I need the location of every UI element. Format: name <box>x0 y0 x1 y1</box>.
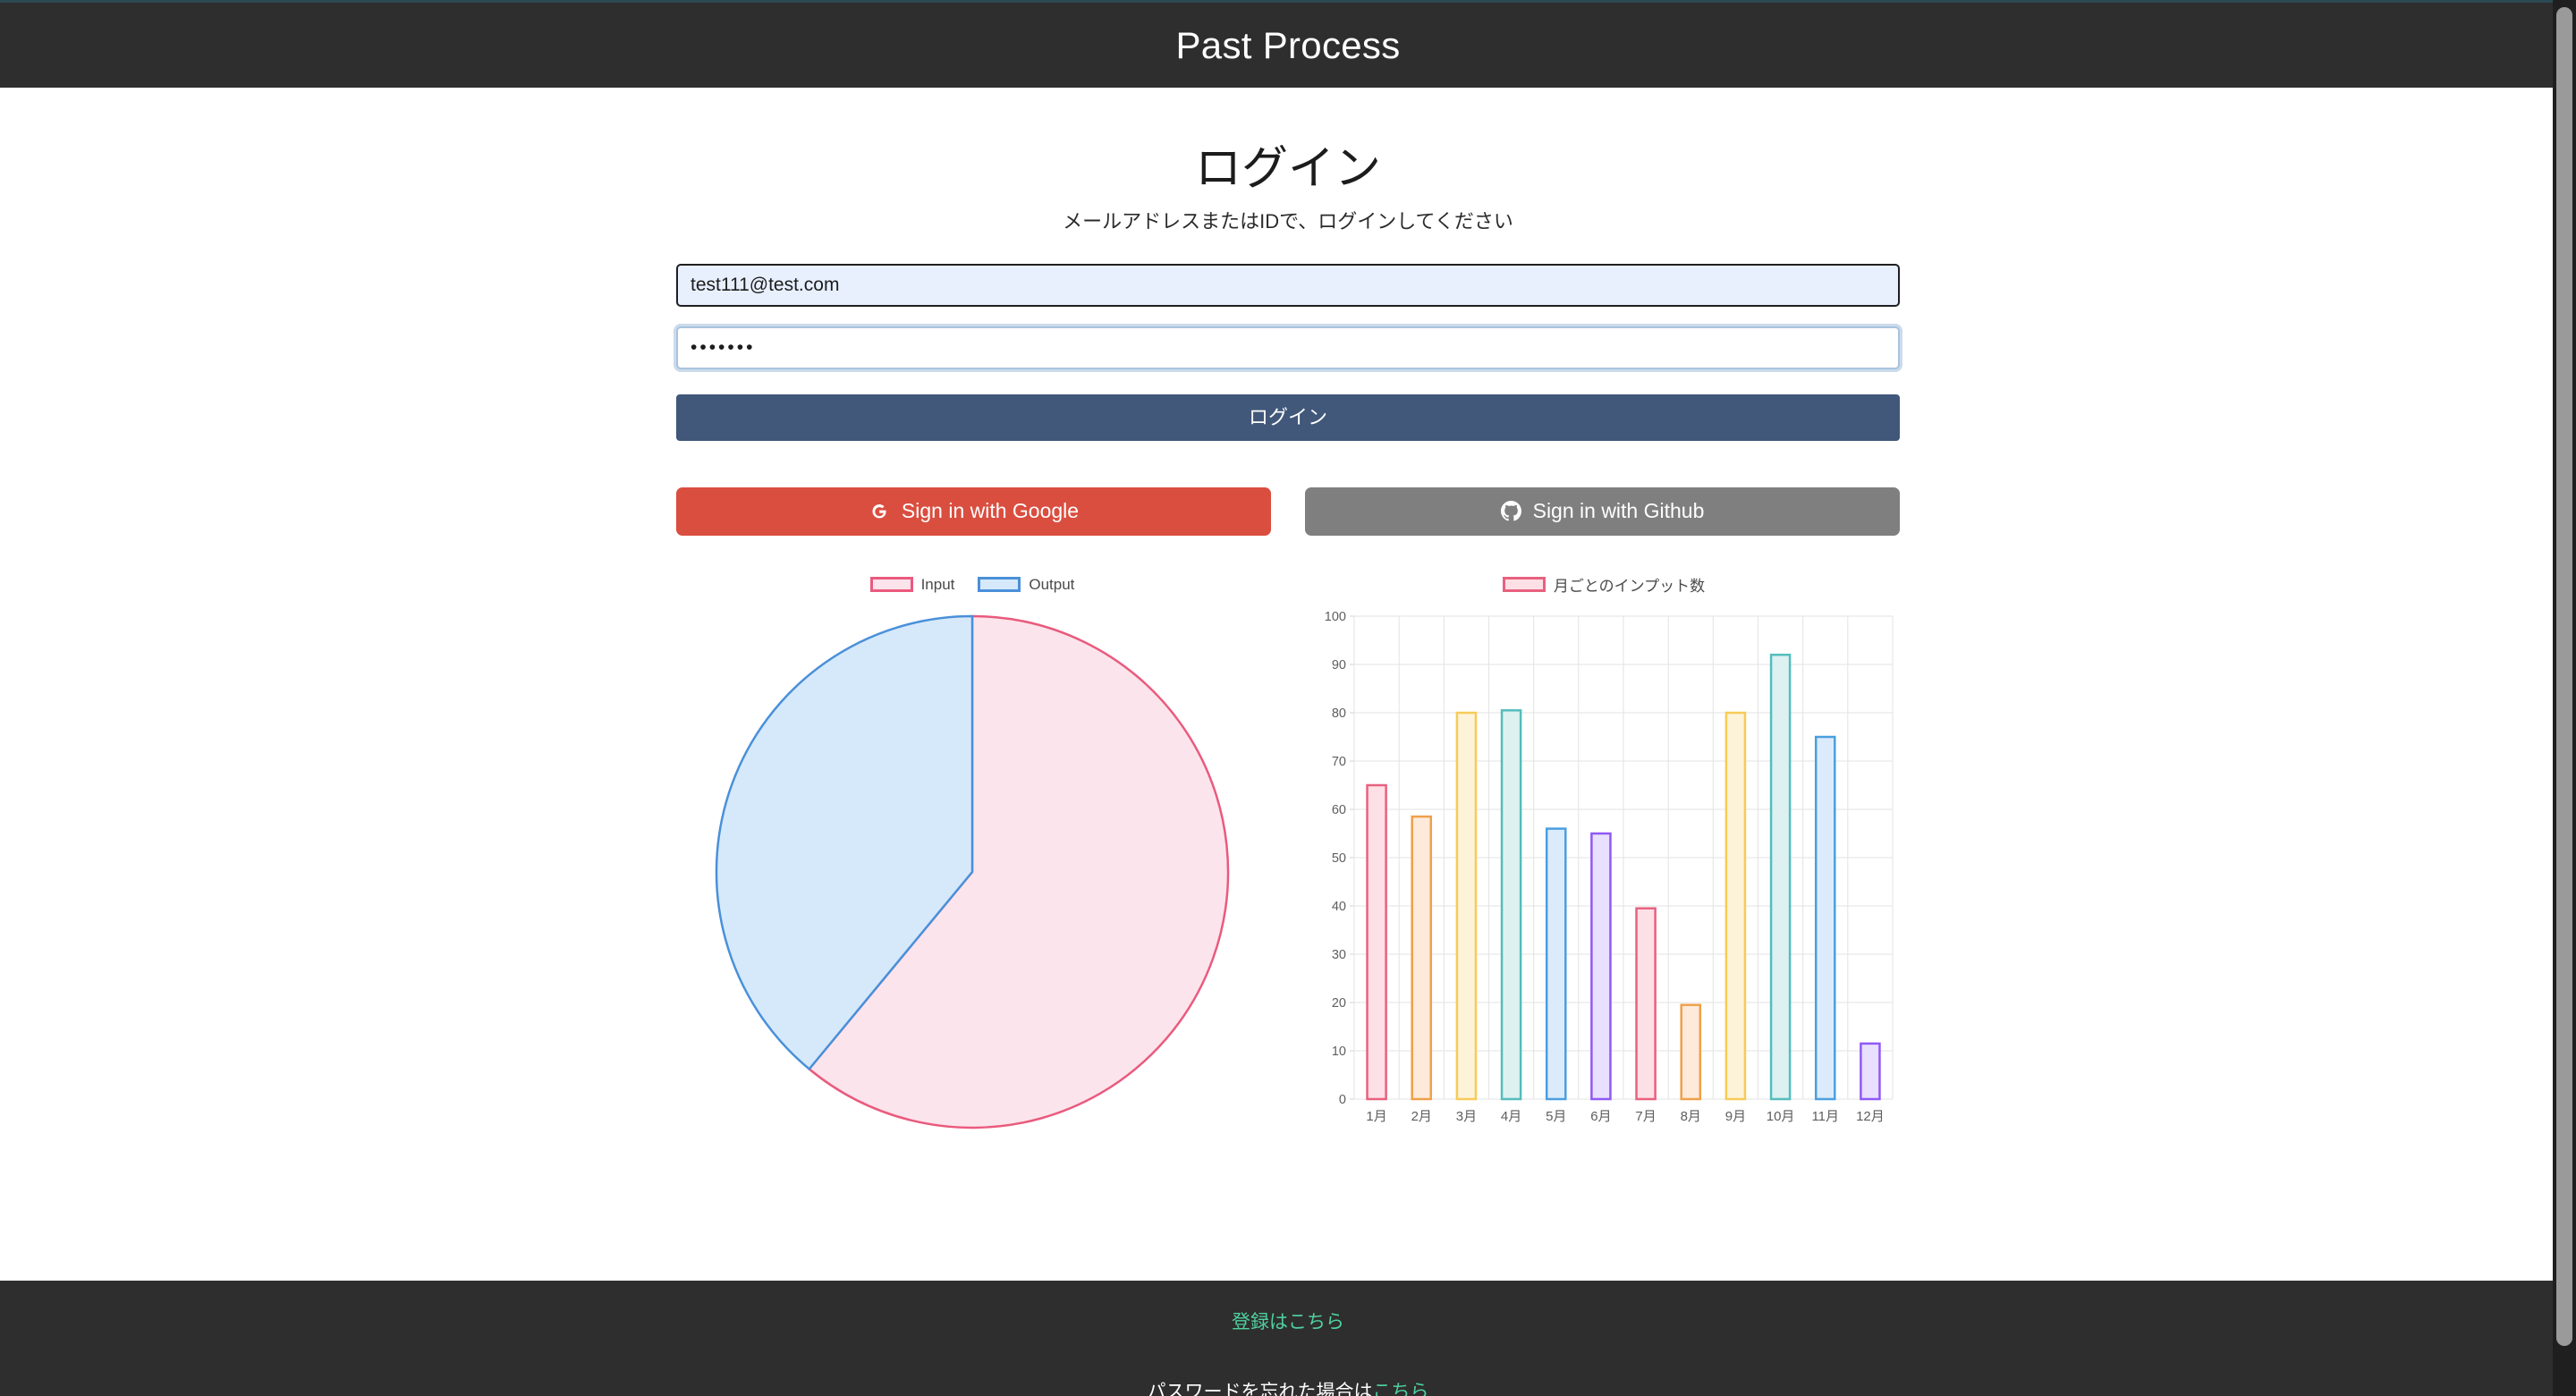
x-axis-tick-label: 11月 <box>1811 1109 1839 1124</box>
legend-label-monthly-input: 月ごとのインプット数 <box>1553 578 1706 596</box>
y-axis-tick-label: 90 <box>1332 658 1346 673</box>
y-axis-tick-label: 50 <box>1332 851 1346 866</box>
x-axis-tick-label: 12月 <box>1856 1109 1885 1124</box>
site-header: Past Process <box>0 3 2576 88</box>
bar-5月[interactable] <box>1545 827 1567 1101</box>
y-axis-tick-label: 0 <box>1339 1093 1346 1107</box>
bar-4月[interactable] <box>1500 708 1522 1101</box>
y-axis-tick-label: 80 <box>1332 706 1346 721</box>
y-axis-tick-label: 60 <box>1332 803 1346 817</box>
register-row: 登録はこちら <box>0 1281 2576 1334</box>
bar-chart-legend: 月ごとのインプット数 <box>1308 571 1900 598</box>
x-axis-tick-label: 9月 <box>1725 1109 1746 1124</box>
x-axis-tick-label: 3月 <box>1456 1109 1477 1124</box>
legend-label-output: Output <box>1029 575 1075 593</box>
forgot-password-prefix: パスワードを忘れた場合は <box>1147 1382 1373 1396</box>
login-form: ログイン <box>676 235 1900 441</box>
legend-label-input: Input <box>920 575 955 593</box>
pie-chart-container: Input Output <box>676 571 1268 1135</box>
y-axis-tick-label: 40 <box>1332 900 1346 914</box>
bar-chart-svg: 0 10 20 30 40 50 60 70 80 90 100 1月 2月 3月 4月 5月 6月 7月 8月 9月… <box>1325 610 1894 1124</box>
login-title: ログイン <box>1194 143 1381 195</box>
bar-3月[interactable] <box>1455 711 1478 1101</box>
login-heading-block: ログイン メールアドレスまたはIDで、ログインしてください <box>676 88 1900 235</box>
legend-swatch-input <box>869 577 913 593</box>
register-link[interactable]: 登録はこちら <box>1232 1312 1344 1333</box>
site-footer: 登録はこちら パスワードを忘れた場合はこちら <box>0 1281 2576 1396</box>
github-signin-button[interactable]: Sign in with Github <box>1305 486 1900 536</box>
page-title: Past Process <box>1175 23 1401 66</box>
x-axis-tick-label: 5月 <box>1546 1109 1566 1124</box>
y-axis-tick-label: 30 <box>1332 948 1346 962</box>
x-axis-tick-label: 8月 <box>1681 1109 1701 1124</box>
bar-chart-plot[interactable]: 0 10 20 30 40 50 60 70 80 90 100 1月 2月 3月 4月 5月 6月 7月 8月 9月… <box>1308 598 1900 1135</box>
legend-item-output[interactable]: Output <box>978 576 1074 594</box>
forgot-password-link[interactable]: こちら <box>1373 1382 1429 1396</box>
bar-chart-container: 月ごとのインプット数 0 10 20 30 40 50 60 70 80 90 100 1月 2月 3月 4… <box>1308 571 1900 1135</box>
legend-item-input[interactable]: Input <box>869 575 955 594</box>
legend-swatch-monthly-input <box>1502 577 1546 593</box>
bar-2月[interactable] <box>1411 815 1433 1101</box>
bar-7月[interactable] <box>1635 907 1657 1101</box>
pie-chart-plot[interactable] <box>676 598 1268 1135</box>
main-content: ログイン メールアドレスまたはIDで、ログインしてください ログイン Sign … <box>0 88 2576 1281</box>
y-axis-tick-label: 20 <box>1332 996 1346 1011</box>
bar-8月[interactable] <box>1680 1003 1702 1101</box>
x-axis-tick-label: 4月 <box>1501 1109 1521 1124</box>
login-subtitle: メールアドレスまたはIDで、ログインしてください <box>1063 210 1513 233</box>
vertical-scrollbar-track[interactable] <box>2553 0 2576 1396</box>
y-axis-tick-label: 100 <box>1325 610 1346 624</box>
pie-chart-svg <box>715 614 1230 1129</box>
login-submit-button[interactable]: ログイン <box>676 393 1900 441</box>
bar-11月[interactable] <box>1814 735 1836 1101</box>
y-axis-tick-label: 10 <box>1332 1045 1346 1059</box>
x-axis-tick-label: 2月 <box>1411 1109 1432 1124</box>
social-login-row: Sign in with Google Sign in with Github <box>676 441 1900 536</box>
bar-10月[interactable] <box>1769 653 1792 1101</box>
bar-1月[interactable] <box>1366 783 1387 1101</box>
pie-chart-legend: Input Output <box>676 571 1268 598</box>
legend-item-monthly-input[interactable]: 月ごとのインプット数 <box>1502 573 1706 596</box>
github-signin-label: Sign in with Github <box>1532 499 1705 523</box>
bar-12月[interactable] <box>1860 1042 1881 1101</box>
x-axis-tick-label: 10月 <box>1767 1109 1795 1124</box>
password-input[interactable] <box>676 326 1900 369</box>
google-signin-button[interactable]: Sign in with Google <box>676 486 1271 536</box>
vertical-scrollbar-thumb[interactable] <box>2556 7 2572 1346</box>
bar-9月[interactable] <box>1724 711 1747 1101</box>
legend-swatch-output <box>978 577 1021 593</box>
x-axis-tick-label: 1月 <box>1366 1109 1386 1124</box>
forgot-password-row: パスワードを忘れた場合はこちら <box>0 1334 2576 1396</box>
email-input[interactable] <box>676 263 1900 307</box>
x-axis-tick-label: 7月 <box>1635 1109 1656 1124</box>
google-signin-label: Sign in with Google <box>901 499 1080 523</box>
y-axis-tick-label: 70 <box>1332 755 1346 769</box>
github-octocat-icon <box>1500 501 1521 521</box>
charts-row: Input Output 月ごとのインプット数 0 10 20 30 40 50 60 7 <box>676 536 1900 1135</box>
bar-6月[interactable] <box>1590 832 1612 1101</box>
google-g-icon <box>869 501 890 522</box>
x-axis-tick-label: 6月 <box>1590 1109 1611 1124</box>
